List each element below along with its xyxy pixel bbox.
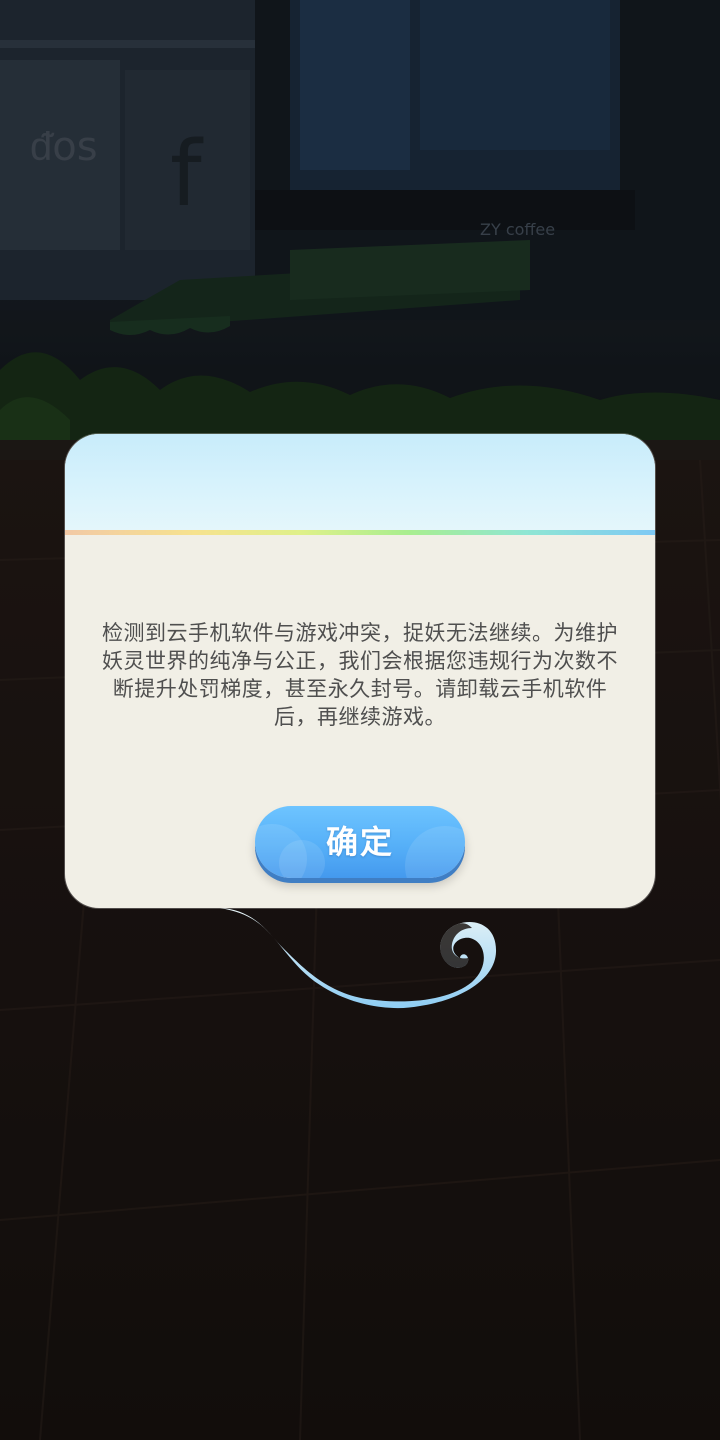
rainbow-divider	[65, 530, 655, 535]
confirm-button-label: 确定	[325, 823, 394, 861]
confirm-button[interactable]: 确定	[255, 806, 465, 878]
dialog-message: 检测到云手机软件与游戏冲突，捉妖无法继续。为维护妖灵世界的纯净与公正，我们会根据…	[102, 621, 618, 729]
dialog-header	[65, 434, 655, 530]
speech-tail-swirl	[220, 908, 497, 1009]
warning-dialog: 检测到云手机软件与游戏冲突，捉妖无法继续。为维护妖灵世界的纯净与公正，我们会根据…	[65, 434, 655, 908]
